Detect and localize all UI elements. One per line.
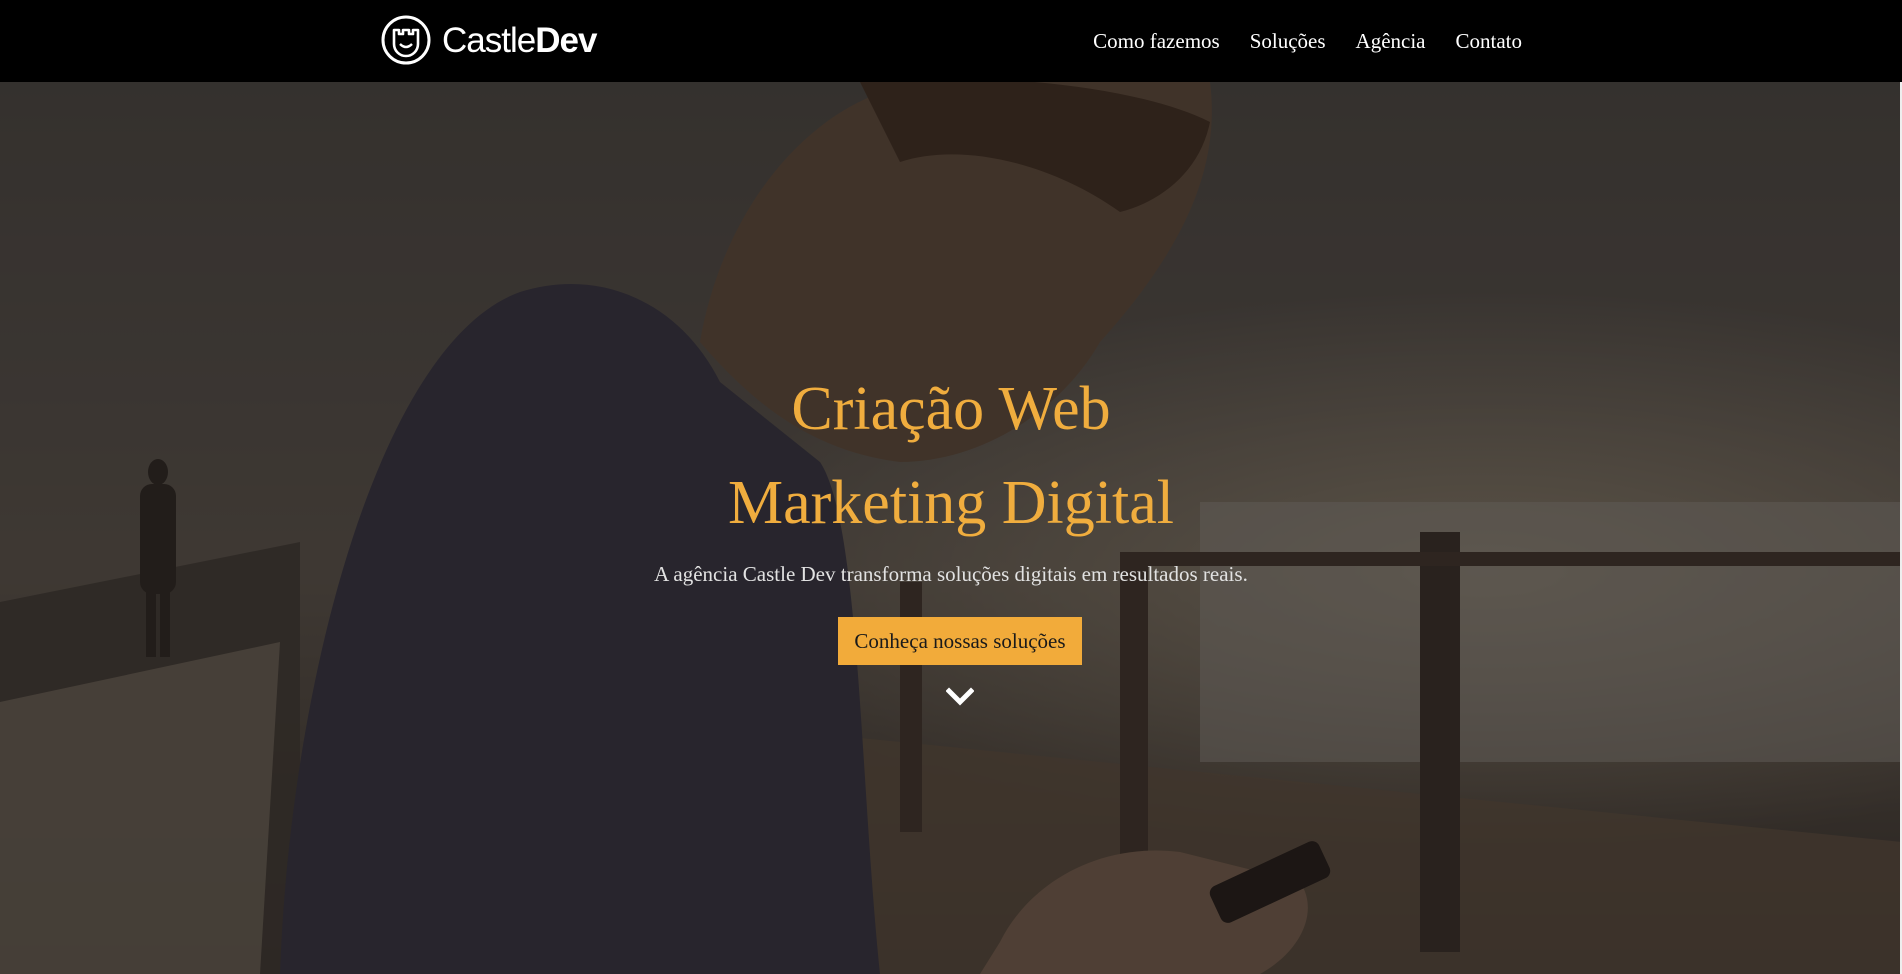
hero-title-line2: Marketing Digital [728, 469, 1174, 537]
main-nav: Como fazemos Soluções Agência Contato [1093, 0, 1522, 82]
nav-item-agencia[interactable]: Agência [1356, 29, 1426, 54]
hero-subtitle: A agência Castle Dev transforma soluções… [654, 562, 1248, 586]
chevron-down-icon[interactable] [946, 686, 974, 708]
brand-name-bold: Dev [535, 20, 597, 60]
cta-solutions-button[interactable]: Conheça nossas soluções [838, 617, 1082, 665]
brand-name-light: Castle [442, 20, 536, 60]
hero-section: Criação Web Marketing Digital A agência … [0, 82, 1902, 974]
top-navbar: CastleDev Como fazemos Soluções Agência … [0, 0, 1902, 82]
nav-item-solucoes[interactable]: Soluções [1250, 29, 1326, 54]
brand-name: CastleDev [442, 20, 597, 60]
nav-item-contato[interactable]: Contato [1456, 29, 1523, 54]
hero-title-line1: Criação Web [791, 375, 1111, 443]
brand-logo-link[interactable]: CastleDev [380, 14, 597, 66]
hero-content: Criação Web Marketing Digital A agência … [0, 82, 1902, 974]
castle-logo-icon [381, 15, 431, 65]
nav-item-como-fazemos[interactable]: Como fazemos [1093, 29, 1220, 54]
